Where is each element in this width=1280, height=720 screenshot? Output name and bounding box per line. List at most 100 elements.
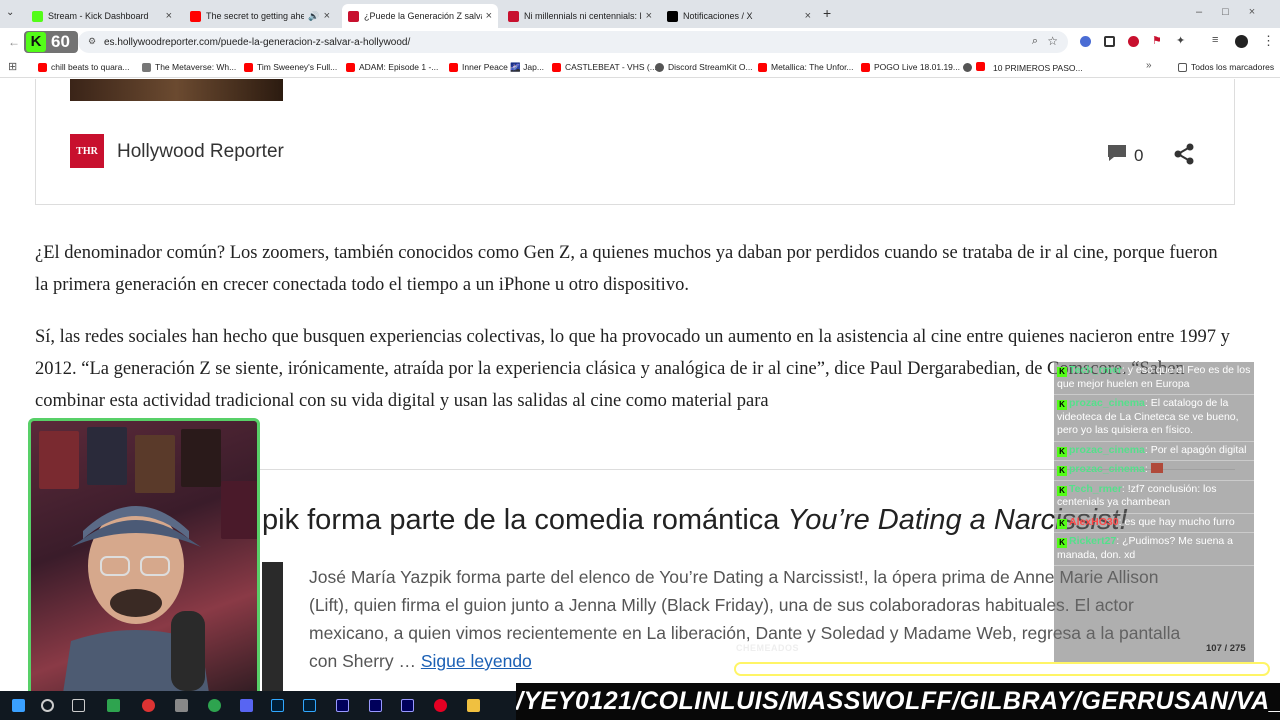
streamer-figure: [61, 506, 211, 701]
aftereffects-icon[interactable]: [401, 699, 414, 712]
globe-icon: [963, 63, 972, 72]
apps-grid-icon[interactable]: ⊞: [8, 60, 17, 73]
bookmark-label: The Metaverse: Wh...: [155, 62, 237, 72]
lightroom-icon[interactable]: [303, 699, 316, 712]
publisher-name[interactable]: Hollywood Reporter: [117, 141, 284, 163]
search-icon[interactable]: [41, 699, 54, 712]
bookmark-item[interactable]: chill beats to quara...: [38, 62, 129, 72]
tab-kick-dashboard[interactable]: Stream - Kick Dashboard ×: [26, 4, 178, 28]
taskview-icon[interactable]: [72, 699, 85, 712]
chat-username[interactable]: Rickert27: [1069, 535, 1116, 547]
share-icon[interactable]: [1172, 142, 1196, 172]
folder-icon[interactable]: [467, 699, 480, 712]
close-tab-icon[interactable]: ×: [324, 10, 330, 22]
close-tab-icon[interactable]: ×: [805, 10, 811, 22]
publisher-card: THR Hollywood Reporter 0: [35, 79, 1235, 205]
bookmark-item[interactable]: Metallica: The Unfor...: [758, 62, 854, 72]
chat-username[interactable]: prozac_cinema: [1069, 444, 1145, 456]
speaker-icon[interactable]: 🔊: [308, 11, 319, 22]
bookmark-label: ADAM: Episode 1 -...: [359, 62, 439, 72]
bookmark-item[interactable]: CASTLEBEAT - VHS (...: [552, 62, 657, 72]
chrome-icon[interactable]: [107, 699, 120, 712]
chat-message: K Rickert27: ¿Pudimos? Me suena a manada,…: [1054, 533, 1254, 566]
bookmark-item[interactable]: Tim Sweeney's Full...: [244, 62, 337, 72]
chat-username[interactable]: Tech_rmer: [1069, 364, 1122, 376]
premiere-icon[interactable]: [369, 699, 382, 712]
wall-poster: [181, 429, 221, 487]
read-more-link[interactable]: Sigue leyendo: [421, 651, 532, 671]
chat-username[interactable]: AlexHO30: [1069, 516, 1119, 528]
menu-dots-icon[interactable]: ⋮: [1262, 33, 1275, 49]
bookmark-item[interactable]: Inner Peace 🌌 Jap...: [449, 62, 544, 73]
related-article-title[interactable]: pik forma parte de la comedia romántica …: [262, 504, 1128, 537]
youtube-icon: [346, 62, 355, 72]
bookmark-item[interactable]: 10 PRIMEROS PASO...: [963, 62, 1083, 73]
comment-count: 0: [1134, 145, 1144, 165]
new-tab-button[interactable]: +: [823, 5, 831, 21]
tab-title: The secret to getting ahead: [206, 11, 305, 21]
bookmark-label: Tim Sweeney's Full...: [257, 62, 338, 72]
audition-icon[interactable]: [336, 699, 349, 712]
close-tab-icon[interactable]: ×: [166, 10, 172, 22]
youtube-icon: [861, 62, 870, 72]
tab-millennials-article[interactable]: Ni millennials ni centennials: la ×: [502, 4, 658, 28]
tab-hollywood-reporter[interactable]: ¿Puede la Generación Z salvar a ×: [342, 4, 498, 28]
extension-icon[interactable]: [1128, 36, 1139, 47]
wall-poster: [39, 431, 79, 489]
youtube-icon: [244, 62, 253, 72]
back-icon[interactable]: ←: [8, 35, 20, 49]
discord-icon[interactable]: [240, 699, 253, 712]
media-control-icon[interactable]: ≡: [1212, 34, 1218, 46]
webcam-overlay: [28, 418, 260, 704]
bookmark-label: POGO Live 18.01.19...: [874, 62, 960, 72]
chat-username[interactable]: prozac_cinema: [1069, 463, 1145, 475]
site-info-icon[interactable]: ⚙: [88, 36, 96, 47]
chat-username[interactable]: Tech_rmer: [1069, 483, 1122, 495]
zoom-icon[interactable]: ⌕: [1032, 35, 1038, 48]
obs-icon[interactable]: [142, 699, 155, 712]
close-tab-icon[interactable]: ×: [486, 10, 492, 22]
kick-logo-icon: K: [26, 32, 46, 52]
bookmark-label: Todos los marcadores: [1191, 62, 1275, 72]
bookmark-item[interactable]: ADAM: Episode 1 -...: [346, 62, 438, 72]
tab-search-chevron-icon[interactable]: ⌄: [6, 7, 14, 18]
start-icon[interactable]: [12, 699, 25, 712]
chat-message: Kprozac_cinema:: [1054, 461, 1254, 481]
bookmark-star-icon[interactable]: ☆: [1047, 34, 1058, 48]
kick-badge-icon: K: [1057, 466, 1067, 476]
pinterest-icon[interactable]: [434, 699, 447, 712]
kick-badge: K 60: [24, 31, 78, 53]
bookmark-item[interactable]: The Metaverse: Wh...: [142, 62, 236, 72]
all-bookmarks-folder[interactable]: Todos los marcadores: [1178, 62, 1274, 72]
photoshop-icon[interactable]: [271, 699, 284, 712]
subscriber-ticker: /YEY0121/COLINLUIS/MASSWOLFF/GILBRAY/GER…: [516, 683, 1280, 720]
tab-title: Stream - Kick Dashboard: [48, 11, 149, 21]
tab-x-notifications[interactable]: Notificaciones / X ×: [661, 4, 817, 28]
article-paragraph: ¿El denominador común? Los zoomers, tamb…: [35, 243, 1218, 295]
address-bar[interactable]: ⚙ es.hollywoodreporter.com/puede-la-gene…: [78, 31, 1068, 53]
bookmark-item[interactable]: POGO Live 18.01.19...: [861, 62, 960, 72]
article-image[interactable]: [70, 79, 283, 101]
related-article-thumbnail[interactable]: [262, 562, 283, 691]
youtube-icon: [38, 62, 47, 72]
bookmark-item[interactable]: Discord StreamKit O...: [655, 62, 753, 72]
chat-username[interactable]: prozac_cinema: [1069, 397, 1145, 409]
app-icon[interactable]: [175, 699, 188, 712]
extensions-puzzle-icon[interactable]: ✦: [1176, 34, 1185, 47]
avatar[interactable]: [1235, 35, 1248, 48]
kick-badge-icon: K: [1057, 485, 1067, 496]
chat-message: Kprozac_cinema: El catalogo de la videot…: [1054, 395, 1254, 442]
chat-text: Por el apagón digital: [1150, 443, 1247, 456]
close-tab-icon[interactable]: ×: [646, 10, 652, 22]
thr-logo: THR: [70, 134, 104, 168]
window-controls[interactable]: –□×: [1196, 6, 1275, 18]
app-icon[interactable]: [208, 699, 221, 712]
tab-youtube-video[interactable]: The secret to getting ahead 🔊 ×: [184, 4, 336, 28]
extension-icon[interactable]: ⚑: [1152, 34, 1162, 47]
extension-icon[interactable]: [1104, 36, 1115, 47]
title-text: pik forma parte de la comedia romántica: [262, 504, 788, 536]
bookmarks-overflow-icon[interactable]: »: [1146, 60, 1152, 71]
comments-button[interactable]: 0: [1106, 143, 1143, 168]
goal-progress-bar: [734, 662, 1270, 676]
extension-icon[interactable]: [1080, 36, 1091, 47]
